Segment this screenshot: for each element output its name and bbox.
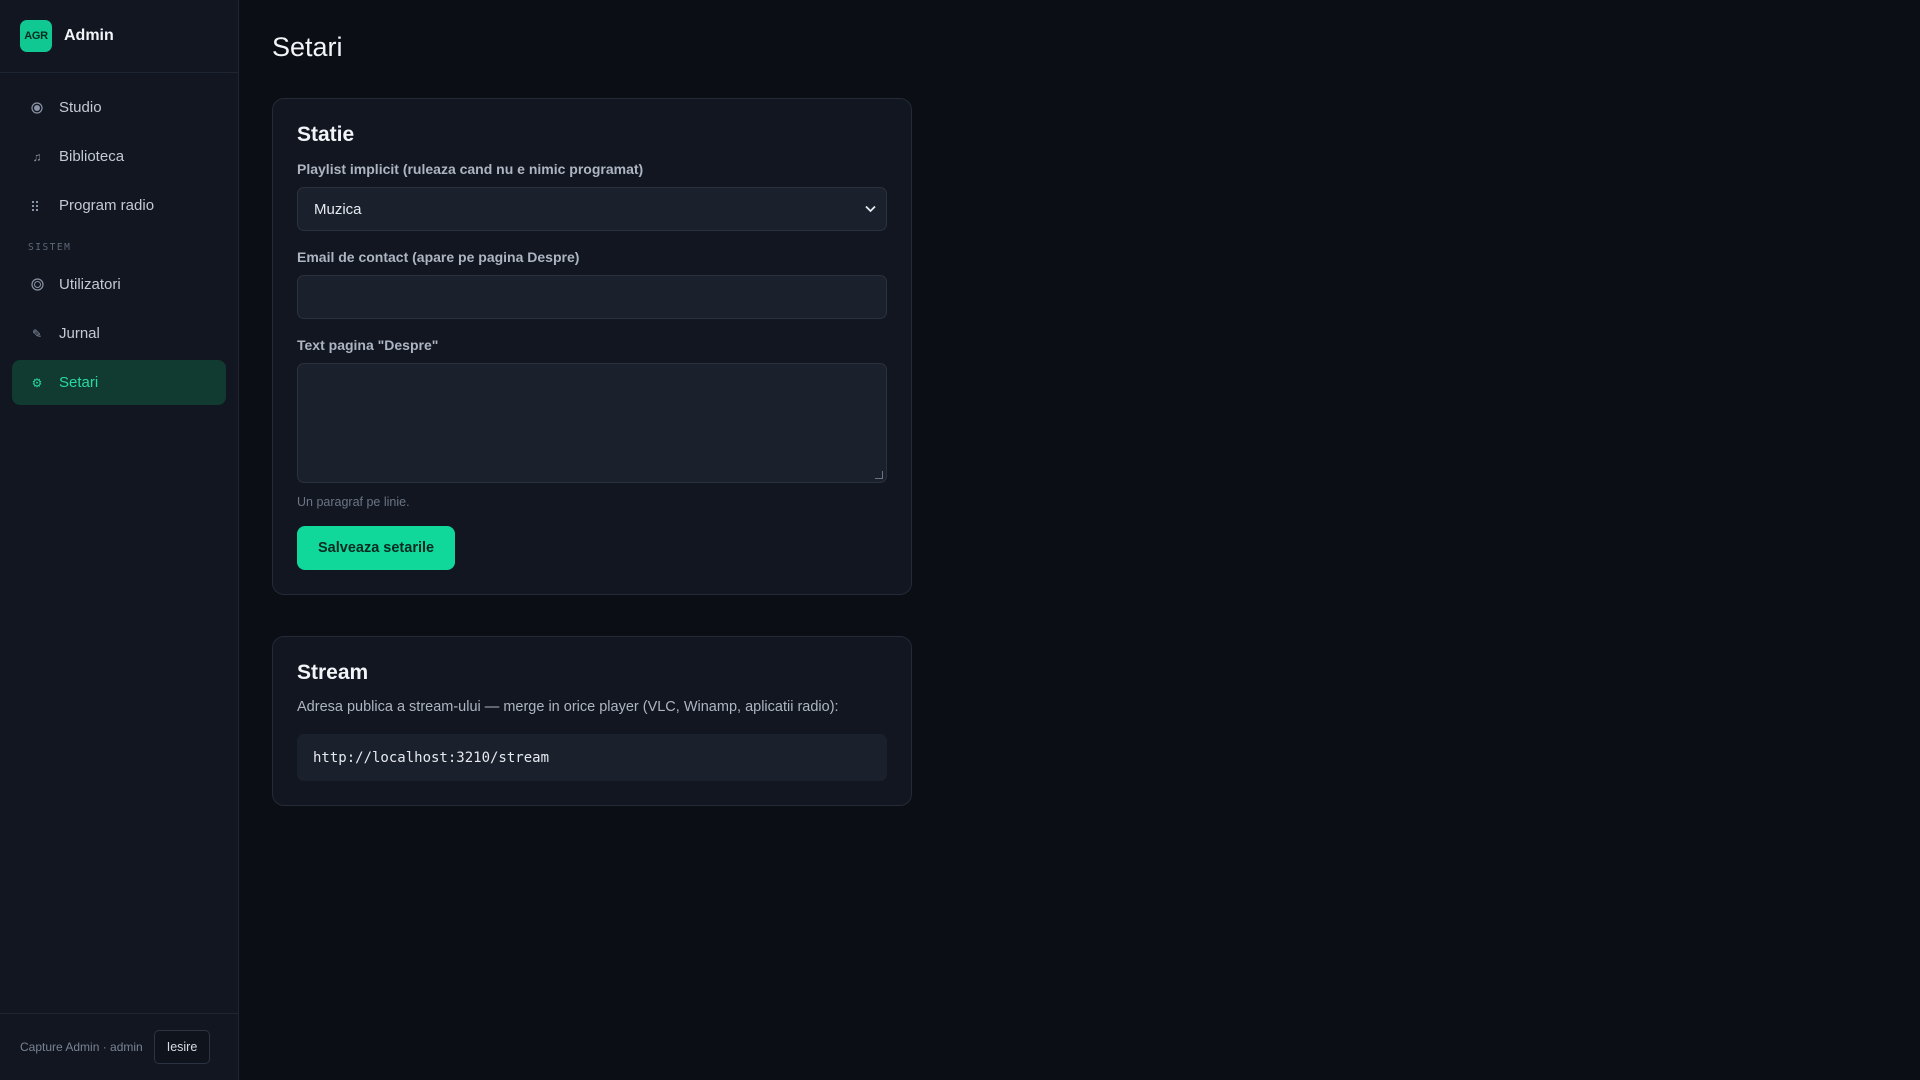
- stream-url[interactable]: http://localhost:3210/stream: [297, 734, 887, 781]
- logout-button[interactable]: Iesire: [153, 1030, 211, 1064]
- sidebar-nav: Studio ♫ Biblioteca Program radio SISTEM…: [0, 73, 238, 405]
- sidebar-item-utilizatori[interactable]: Utilizatori: [12, 262, 226, 307]
- brand-logo: AGR: [20, 20, 52, 52]
- nav-section-sistem: SISTEM: [28, 242, 72, 253]
- station-title: Statie: [297, 123, 355, 146]
- radio-dot-icon: [30, 101, 44, 115]
- sidebar-footer: Capture Admin · admin Iesire: [0, 1013, 239, 1080]
- email-field[interactable]: [297, 275, 887, 319]
- stream-description: Adresa publica a stream-ului — merge in …: [297, 699, 839, 715]
- sidebar-item-label: Program radio: [59, 197, 155, 214]
- brand-name: Admin: [64, 27, 114, 44]
- sidebar-item-jurnal[interactable]: ✎ Jurnal: [12, 311, 226, 356]
- sidebar-item-label: Utilizatori: [59, 276, 121, 293]
- email-label: Email de contact (apare pe pagina Despre…: [297, 249, 580, 265]
- save-settings-button[interactable]: Salveaza setarile: [297, 526, 456, 570]
- grid-icon: [30, 199, 44, 213]
- sidebar-item-label: Biblioteca: [59, 148, 125, 165]
- stream-card: Stream Adresa publica a stream-ului — me…: [272, 636, 912, 806]
- current-user: Capture Admin · admin: [20, 1040, 143, 1054]
- station-card: Statie Playlist implicit (ruleaza cand n…: [272, 98, 912, 595]
- about-textarea[interactable]: [297, 363, 887, 483]
- brand: AGR Admin: [0, 0, 238, 73]
- sidebar-item-biblioteca[interactable]: ♫ Biblioteca: [12, 134, 226, 179]
- sidebar-item-setari[interactable]: ⚙ Setari: [12, 360, 226, 405]
- user-circle-icon: [30, 278, 44, 292]
- sidebar-item-label: Setari: [59, 374, 99, 391]
- pencil-icon: ✎: [31, 326, 43, 341]
- sidebar-item-program-radio[interactable]: Program radio: [12, 183, 226, 228]
- sidebar: AGR Admin Studio ♫ Biblioteca Program ra…: [0, 0, 239, 1080]
- page-title: Setari: [272, 32, 343, 62]
- music-note-icon: ♫: [32, 149, 42, 164]
- stream-title: Stream: [297, 661, 369, 684]
- resize-handle-icon[interactable]: [875, 471, 883, 479]
- chevron-down-icon: [865, 202, 876, 216]
- about-label: Text pagina "Despre": [297, 337, 439, 353]
- sidebar-item-label: Studio: [59, 99, 102, 116]
- about-hint: Un paragraf pe linie.: [297, 495, 410, 509]
- playlist-label: Playlist implicit (ruleaza cand nu e nim…: [297, 161, 644, 177]
- sidebar-item-studio[interactable]: Studio: [12, 85, 226, 130]
- gear-icon: ⚙: [31, 375, 43, 390]
- sidebar-item-label: Jurnal: [59, 325, 100, 342]
- playlist-select-value: Muzica: [314, 200, 362, 218]
- playlist-select[interactable]: Muzica: [297, 187, 887, 231]
